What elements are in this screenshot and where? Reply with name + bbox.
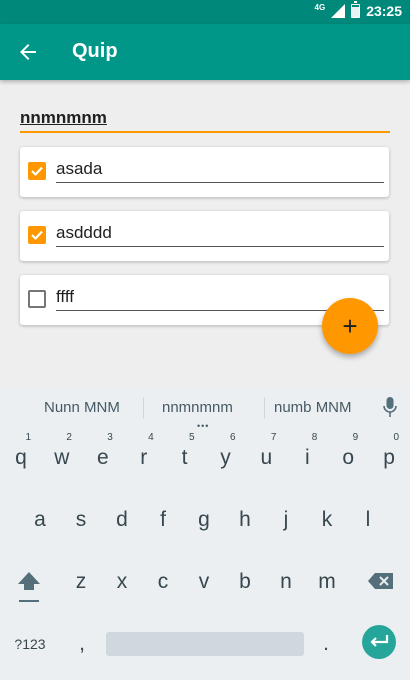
key-u[interactable]: u7 [246,431,286,485]
network-type: 4G [314,2,326,12]
list-item: asdddd [20,211,389,261]
checkmark-icon [31,230,43,241]
signal-icon [331,4,346,18]
item-underline [56,182,384,183]
item-text[interactable]: ffff [56,287,74,307]
key-a[interactable]: a [20,493,60,547]
key-l[interactable]: l [348,493,388,547]
key-g[interactable]: g [184,493,224,547]
item-underline [56,246,384,247]
suggestion-divider [143,397,144,419]
key-i[interactable]: i8 [287,431,327,485]
key-f[interactable]: f [143,493,183,547]
item-text[interactable]: asada [56,159,102,179]
key-h[interactable]: h [225,493,265,547]
enter-icon [370,635,389,647]
add-item-button[interactable]: + [322,298,378,354]
key-b[interactable]: b [225,555,265,609]
checkbox-checked[interactable] [28,226,46,244]
checkbox-unchecked[interactable] [28,290,46,308]
enter-key[interactable] [362,625,396,659]
back-arrow-icon[interactable] [16,40,40,64]
key-z[interactable]: z [61,555,101,609]
checkbox-checked[interactable] [28,162,46,180]
battery-icon [351,1,361,18]
list-title-input[interactable]: nnmnmnm [20,108,390,128]
key-t[interactable]: t5 [165,431,205,485]
key-e[interactable]: e3 [83,431,123,485]
key-y[interactable]: y6 [206,431,246,485]
microphone-icon[interactable] [383,396,397,418]
app-bar: Quip [0,24,410,80]
key-v[interactable]: v [184,555,224,609]
suggestion-right[interactable]: numb MNM [274,399,352,416]
suggestion-center[interactable]: nnmnmnm [162,399,233,416]
suggestion-divider [264,397,265,419]
key-j[interactable]: j [266,493,306,547]
keyboard-suggestion-strip: Nunn MNM nnmnmnm numb MNM ••• [0,387,410,431]
list-title-underline [20,131,390,133]
comma-key[interactable]: , [62,617,102,671]
key-k[interactable]: k [307,493,347,547]
space-bar[interactable] [106,632,304,656]
status-icons: 4G 23:25 [314,1,402,19]
period-key[interactable]: . [306,617,346,671]
status-bar: 4G 23:25 [0,0,410,24]
key-x[interactable]: x [102,555,142,609]
backspace-icon[interactable] [368,572,394,590]
keyboard: q1w2e3r4t5y6u7i8o9p0 asdfghjkl zxcvbnm ?… [0,427,410,680]
key-w[interactable]: w2 [42,431,82,485]
suggestion-left[interactable]: Nunn MNM [44,399,120,416]
item-text[interactable]: asdddd [56,223,112,243]
key-c[interactable]: c [143,555,183,609]
key-m[interactable]: m [307,555,347,609]
key-n[interactable]: n [266,555,306,609]
key-r[interactable]: r4 [124,431,164,485]
key-p[interactable]: p0 [369,431,409,485]
status-time: 23:25 [366,3,402,19]
key-d[interactable]: d [102,493,142,547]
key-s[interactable]: s [61,493,101,547]
checkmark-icon [31,166,43,177]
key-q[interactable]: q1 [1,431,41,485]
app-title: Quip [72,40,118,62]
key-o[interactable]: o9 [328,431,368,485]
screen: 4G 23:25 Quip nnmnmnm asada asdddd ffff [0,0,410,680]
symbols-key[interactable]: ?123 [10,617,50,671]
list-item: asada [20,147,389,197]
shift-icon[interactable] [16,570,42,604]
